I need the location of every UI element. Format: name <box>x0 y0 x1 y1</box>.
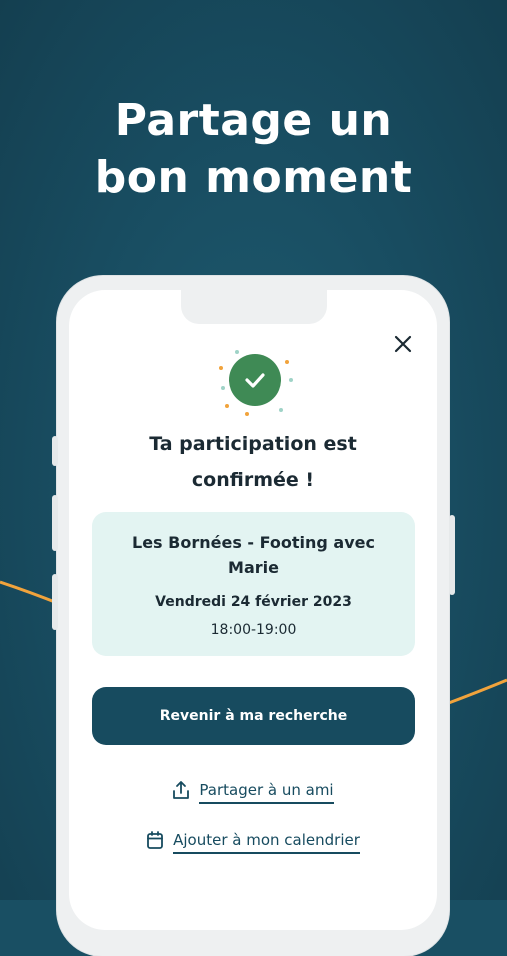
phone-side-button <box>449 515 455 595</box>
phone-notch <box>181 290 327 324</box>
phone-side-button <box>52 436 58 466</box>
phone-screen: Ta participation est confirmée ! Les Bor… <box>69 290 437 930</box>
check-circle-icon <box>229 354 281 406</box>
share-link-label: Partager à un ami <box>199 781 334 804</box>
add-to-calendar-link[interactable]: Ajouter à mon calendrier <box>69 830 437 854</box>
event-name: Les Bornées - Footing avec Marie <box>132 533 375 577</box>
headline: Partage un bon moment <box>0 92 507 206</box>
back-to-search-button[interactable]: Revenir à ma recherche <box>92 687 415 745</box>
calendar-icon <box>146 830 164 854</box>
calendar-link-label: Ajouter à mon calendrier <box>173 831 360 854</box>
confirmation-title-line-1: Ta participation est <box>149 433 357 455</box>
event-date: Vendredi 24 février 2023 <box>155 594 352 610</box>
success-indicator <box>215 348 295 418</box>
close-icon[interactable] <box>391 332 415 356</box>
phone-side-button <box>52 495 58 551</box>
confirmation-title: Ta participation est confirmée ! <box>69 426 437 498</box>
headline-line-2: bon moment <box>94 152 413 203</box>
headline-line-1: Partage un <box>114 95 393 146</box>
event-card: Les Bornées - Footing avec Marie Vendred… <box>92 512 415 656</box>
phone-side-button <box>52 574 58 630</box>
event-time: 18:00-19:00 <box>210 622 297 638</box>
share-with-friend-link[interactable]: Partager à un ami <box>69 780 437 804</box>
confirmation-title-line-2: confirmée ! <box>191 469 315 491</box>
share-icon <box>172 780 190 804</box>
